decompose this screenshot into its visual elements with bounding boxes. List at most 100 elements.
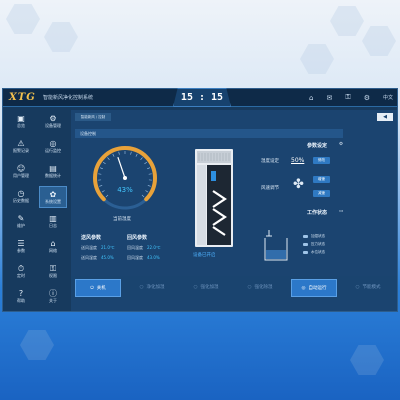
status-pressure: 压力状态 bbox=[303, 242, 325, 247]
gauge-label: 当前湿度 bbox=[113, 217, 131, 222]
sidebar-item[interactable]: ✎ 维护 bbox=[7, 211, 35, 233]
bg-hexagon bbox=[6, 4, 40, 34]
panel-title: 设备控制 bbox=[80, 131, 96, 136]
mode-button[interactable]: ○ 强化加湿 bbox=[183, 279, 229, 297]
mode-button[interactable]: ○ 净化加湿 bbox=[129, 279, 175, 297]
fan-icon: ✤ bbox=[293, 177, 304, 192]
mode-button-label: 强化除湿 bbox=[254, 285, 273, 290]
sidebar-item-icon: ⌂ bbox=[50, 239, 56, 248]
gauge-tick bbox=[118, 151, 120, 155]
panel-header: 设备控制 bbox=[75, 129, 343, 138]
monitor-icon: ▭ bbox=[339, 209, 344, 214]
mode-button[interactable]: ○ 强化除湿 bbox=[237, 279, 283, 297]
work-status-title: 工作状态 bbox=[307, 210, 328, 216]
fan-speed-up-button[interactable]: 增速 bbox=[313, 176, 330, 183]
status-water-level: 水位状态 bbox=[303, 250, 325, 255]
sidebar-item-icon: ? bbox=[18, 289, 24, 298]
gauge-tick bbox=[102, 161, 106, 165]
sidebar-item-label: 报警记录 bbox=[13, 148, 29, 153]
mode-button-label: 自动运行 bbox=[308, 286, 327, 291]
gauge-tick bbox=[107, 157, 110, 160]
sidebar-item-label: 总览 bbox=[17, 123, 25, 128]
sidebar-item[interactable]: ✿ 系统设置 bbox=[39, 186, 67, 208]
clock-display: 15 : 15 bbox=[173, 88, 231, 107]
return-air-humidity: 回风湿度 43.0% bbox=[127, 255, 160, 260]
app-window: XTG 智能新风净化控制系统 15 : 15 ⌂ ✉ ⚿ ⚙ 中文 ▣ 总览 ⚙ 设备… bbox=[2, 88, 398, 312]
home-icon[interactable]: ⌂ bbox=[309, 94, 313, 102]
params-settings-icon[interactable]: ⚙ bbox=[339, 142, 343, 147]
fresh-air-humidity: 送风湿度 45.0% bbox=[81, 255, 114, 260]
mode-button-icon: ○ bbox=[139, 285, 144, 290]
sidebar-item[interactable]: ☺ 用户管理 bbox=[7, 161, 35, 183]
gauge-tick bbox=[145, 190, 149, 193]
sidebar-item[interactable]: ⏱ 定时 bbox=[7, 261, 35, 283]
sidebar-item-icon: ☺ bbox=[16, 164, 26, 173]
sidebar-item-label: 日志 bbox=[49, 223, 57, 228]
sidebar-item-label: 参数 bbox=[17, 248, 25, 253]
device-status: 设备已开启 bbox=[193, 253, 216, 258]
sidebar-item[interactable]: ☰ 参数 bbox=[7, 236, 35, 258]
humidity-setting-value[interactable]: 50% bbox=[291, 157, 304, 164]
back-button[interactable]: ◀ bbox=[377, 113, 393, 121]
sidebar-item-label: 数据统计 bbox=[45, 173, 61, 178]
top-toolbar: ⌂ ✉ ⚿ ⚙ 中文 bbox=[309, 93, 393, 102]
sidebar-item[interactable]: ▥ 日志 bbox=[39, 211, 67, 233]
sidebar-item-icon: ⏱ bbox=[17, 264, 25, 273]
sidebar-item[interactable]: ⚿ 权限 bbox=[39, 261, 67, 283]
sidebar-item[interactable]: ◎ 运行监控 bbox=[39, 136, 67, 158]
water-tank-diagram bbox=[264, 230, 288, 261]
bg-hexagon bbox=[44, 22, 78, 52]
mode-button[interactable]: ⏻ 关机 bbox=[75, 279, 121, 297]
brand-logo: XTG bbox=[9, 92, 36, 103]
return-air-title: 回风参数 bbox=[127, 235, 148, 241]
sidebar-item-icon: ◎ bbox=[49, 139, 57, 148]
sidebar-item[interactable]: ⚙ 设备管理 bbox=[39, 111, 67, 133]
sidebar-item-icon: ⚠ bbox=[17, 139, 25, 148]
bg-hexagon bbox=[20, 330, 54, 360]
sidebar-item-icon: ⚿ bbox=[49, 264, 57, 273]
sidebar-item[interactable]: ⌂ 网络 bbox=[39, 236, 67, 258]
sidebar-item-label: 历史数据 bbox=[13, 198, 29, 203]
sidebar: ▣ 总览 ⚙ 设备管理 ⚠ 报警记录 ◎ 运行监控 ☺ 用户管理 ▤ 数据统计 ◷ 历史数据 ✿ 系统设置 ✎ 维… bbox=[5, 110, 69, 311]
fresh-air-temp: 送风温度 21.0℃ bbox=[81, 245, 115, 250]
fresh-air-title: 送风参数 bbox=[81, 235, 102, 241]
app-title: 智能新风净化控制系统 bbox=[43, 95, 94, 101]
sidebar-item-label: 系统设置 bbox=[45, 199, 61, 204]
sidebar-item-label: 维护 bbox=[17, 223, 25, 228]
gauge-tick bbox=[135, 153, 138, 157]
sidebar-item-icon: ☰ bbox=[17, 239, 25, 248]
breadcrumb[interactable]: 智能新风 / 控制 bbox=[75, 113, 111, 121]
gauge-tick bbox=[147, 185, 151, 187]
gauge-tick bbox=[140, 157, 143, 160]
bg-hexagon bbox=[362, 26, 396, 56]
fan-speed-label: 风速调节 bbox=[261, 186, 279, 191]
mode-button-label: 节能模式 bbox=[362, 285, 381, 290]
sidebar-item-icon: ▤ bbox=[49, 164, 57, 173]
sidebar-item[interactable]: ▤ 数据统计 bbox=[39, 161, 67, 183]
lock-icon[interactable]: ⚿ bbox=[345, 93, 350, 102]
sidebar-item[interactable]: ? 帮助 bbox=[7, 286, 35, 308]
mail-icon[interactable]: ✉ bbox=[327, 94, 333, 102]
fan-speed-down-button[interactable]: 减速 bbox=[313, 190, 330, 197]
mode-button-icon: ◎ bbox=[301, 286, 306, 291]
mode-button-icon: ○ bbox=[193, 285, 198, 290]
mode-button-icon: ⏻ bbox=[90, 286, 94, 291]
status-humidifying: 加湿状态 bbox=[303, 234, 325, 239]
sidebar-item[interactable]: ▣ 总览 bbox=[7, 111, 35, 133]
main-panel: 智能新风 / 控制 ◀ 设备控制 43% 当前湿度 送风参数 送风温度 21.0℃… bbox=[71, 110, 397, 311]
gauge-tick bbox=[112, 153, 115, 157]
mode-button-icon: ○ bbox=[247, 285, 252, 290]
settings-icon[interactable]: ⚙ bbox=[364, 94, 370, 102]
mode-button[interactable]: ◎ 自动运行 bbox=[291, 279, 337, 297]
sidebar-item-icon: ⓘ bbox=[49, 289, 57, 298]
gauge-tick bbox=[147, 167, 151, 170]
sidebar-item[interactable]: ◷ 历史数据 bbox=[7, 186, 35, 208]
sidebar-item[interactable]: ⓘ 关于 bbox=[39, 286, 67, 308]
sidebar-item-icon: ◷ bbox=[17, 189, 25, 198]
return-air-temp: 回风温度 22.0℃ bbox=[127, 245, 161, 250]
mode-button[interactable]: ○ 节能模式 bbox=[345, 279, 391, 297]
sidebar-item[interactable]: ⚠ 报警记录 bbox=[7, 136, 35, 158]
humidity-edit-button[interactable]: 修改 bbox=[313, 157, 330, 164]
language-selector[interactable]: 中文 bbox=[383, 94, 393, 101]
sidebar-item-label: 网络 bbox=[49, 248, 57, 253]
